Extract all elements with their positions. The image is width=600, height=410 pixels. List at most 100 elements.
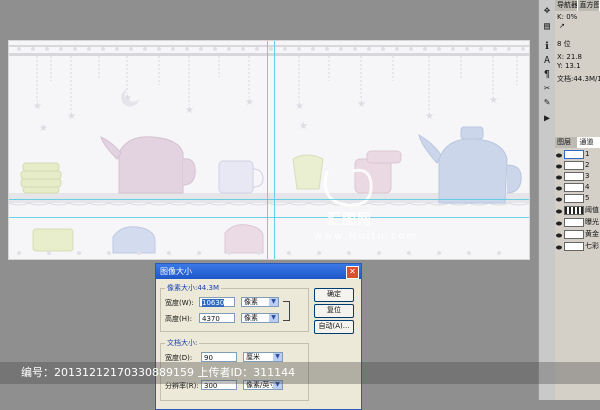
layer-thumbnail xyxy=(564,150,584,159)
layer-name: 阈值 xyxy=(585,205,599,215)
panel-toolstrip: ✥ ▤ ℹ A ¶ ✂ ✎ ▶ xyxy=(538,0,555,400)
layer-name: 七彩 xyxy=(585,241,599,251)
layer-thumbnail xyxy=(564,161,584,170)
pixel-group-title: 像素大小:44.3M xyxy=(165,283,221,293)
chevron-down-icon: ▼ xyxy=(269,298,278,306)
info-k-label: K: xyxy=(557,13,564,21)
height-label: 高度(H): xyxy=(165,314,192,324)
info-bit-depth: 8 位 xyxy=(557,40,600,49)
dialog-titlebar[interactable]: 图像大小 ✕ xyxy=(156,264,361,279)
tab-navigator[interactable]: 导航器 xyxy=(555,0,578,11)
info-y-label: Y: xyxy=(557,62,563,70)
tool-presets-icon[interactable]: ✂ xyxy=(540,82,554,96)
svg-text:★: ★ xyxy=(357,99,366,110)
layer-name: 4 xyxy=(585,182,589,192)
layer-row[interactable]: 1 xyxy=(555,149,600,159)
layer-thumbnail xyxy=(564,242,584,251)
svg-text:★: ★ xyxy=(295,101,304,112)
layer-name: 5 xyxy=(585,193,589,203)
dialog-title: 图像大小 xyxy=(160,267,192,276)
paragraph-icon[interactable]: ¶ xyxy=(540,68,554,82)
tab-channels[interactable]: 通道 xyxy=(578,137,600,148)
eye-icon[interactable] xyxy=(556,219,562,224)
watermark-footer: 编号：20131212170330889159 上传者ID：311144 xyxy=(0,362,600,384)
layers-tabs: 图层 通道 xyxy=(555,137,600,148)
ok-button[interactable]: 确定 xyxy=(314,288,354,302)
info-panel: K: 0% ↗ 8 位 X: 21.8 Y: 13.1 文档:44.3M/160 xyxy=(557,13,600,84)
eye-icon[interactable] xyxy=(556,231,562,236)
svg-text:★: ★ xyxy=(39,123,48,134)
layer-name: 黄金 xyxy=(585,229,599,239)
svg-text:★: ★ xyxy=(299,121,308,132)
tab-layers[interactable]: 图层 xyxy=(555,137,578,148)
height-input[interactable]: 4370 xyxy=(199,313,235,323)
guide-horizontal-1[interactable] xyxy=(9,199,529,200)
info-x-label: X: xyxy=(557,53,564,61)
doc-width-input[interactable]: 90 xyxy=(201,352,237,362)
layer-thumbnail xyxy=(564,183,584,192)
eye-icon[interactable] xyxy=(556,243,562,248)
svg-text:★: ★ xyxy=(425,111,434,122)
actions-icon[interactable]: ▶ xyxy=(540,112,554,126)
svg-text:★: ★ xyxy=(67,111,76,122)
layer-name: 1 xyxy=(585,149,589,159)
artwork-illustration: ★★★ ★★★ ★★★ ★★ xyxy=(9,41,529,259)
navigator-tabs: 导航器 直方图 xyxy=(555,0,600,11)
layer-row[interactable]: 曝光 xyxy=(555,217,600,227)
layer-row[interactable]: 阈值 xyxy=(555,205,600,215)
guide-horizontal-2[interactable] xyxy=(9,217,529,218)
tab-histogram[interactable]: 直方图 xyxy=(578,0,600,11)
info-doc-size: 文档:44.3M/160 xyxy=(557,75,600,84)
eye-icon[interactable] xyxy=(556,162,562,167)
layer-row[interactable]: 黄金 xyxy=(555,229,600,239)
pixel-dimensions-group: 像素大小:44.3M 宽度(W): 10630 像素▼ 高度(H): 4370 … xyxy=(160,288,309,332)
watermark-brand: 汇图网 xyxy=(327,209,372,229)
guide-vertical-1[interactable] xyxy=(267,41,268,259)
right-panels: 导航器 直方图 K: 0% ↗ 8 位 X: 21.8 Y: 13.1 文档:4… xyxy=(555,0,600,400)
link-bracket-icon xyxy=(283,301,290,321)
document-canvas[interactable]: ★★★ ★★★ ★★★ ★★ xyxy=(8,40,530,260)
layer-thumbnail xyxy=(564,172,584,181)
layer-name: 曝光 xyxy=(585,217,599,227)
eye-icon[interactable] xyxy=(556,184,562,189)
layer-thumbnail xyxy=(564,194,584,203)
width-input[interactable]: 10630 xyxy=(199,297,235,307)
layer-thumbnail xyxy=(564,206,584,215)
histogram-icon[interactable]: ▤ xyxy=(540,20,554,34)
svg-text:★: ★ xyxy=(489,95,498,106)
auto-button[interactable]: 自动(A)... xyxy=(314,320,354,334)
layer-row[interactable]: 5 xyxy=(555,193,600,203)
doc-width-unit-select[interactable]: 厘米▼ xyxy=(243,352,283,362)
navigator-icon[interactable]: ✥ xyxy=(540,4,554,18)
brushes-icon[interactable]: ✎ xyxy=(540,96,554,110)
eye-icon[interactable] xyxy=(556,151,562,156)
svg-text:★: ★ xyxy=(185,105,194,116)
layer-row[interactable]: 3 xyxy=(555,171,600,181)
character-icon[interactable]: A xyxy=(540,54,554,68)
reset-button[interactable]: 复位 xyxy=(314,304,354,318)
info-k-value: 0% xyxy=(566,13,577,21)
eye-icon[interactable] xyxy=(556,195,562,200)
width-unit-select[interactable]: 像素▼ xyxy=(241,297,279,307)
watermark-url: www.Huitu.com xyxy=(314,231,418,242)
height-unit-select[interactable]: 像素▼ xyxy=(241,313,279,323)
width-label: 宽度(W): xyxy=(165,298,194,308)
layer-name: 2 xyxy=(585,160,589,170)
doc-group-title: 文档大小: xyxy=(165,338,199,348)
layer-row[interactable]: 4 xyxy=(555,182,600,192)
layer-name: 3 xyxy=(585,171,589,181)
layer-row[interactable]: 2 xyxy=(555,160,600,170)
eye-icon[interactable] xyxy=(556,207,562,212)
guide-vertical-2[interactable] xyxy=(274,41,275,259)
svg-text:★: ★ xyxy=(33,101,42,112)
info-icon[interactable]: ℹ xyxy=(540,40,554,54)
close-icon[interactable]: ✕ xyxy=(346,266,359,279)
info-y-value: 13.1 xyxy=(565,62,581,70)
layer-row[interactable]: 七彩 xyxy=(555,241,600,251)
info-x-value: 21.8 xyxy=(566,53,582,61)
chevron-down-icon: ▼ xyxy=(273,353,282,361)
eye-icon[interactable] xyxy=(556,173,562,178)
image-size-dialog: 图像大小 ✕ 像素大小:44.3M 宽度(W): 10630 像素▼ 高度(H)… xyxy=(155,263,362,410)
layer-thumbnail xyxy=(564,218,584,227)
chevron-down-icon: ▼ xyxy=(269,314,278,322)
